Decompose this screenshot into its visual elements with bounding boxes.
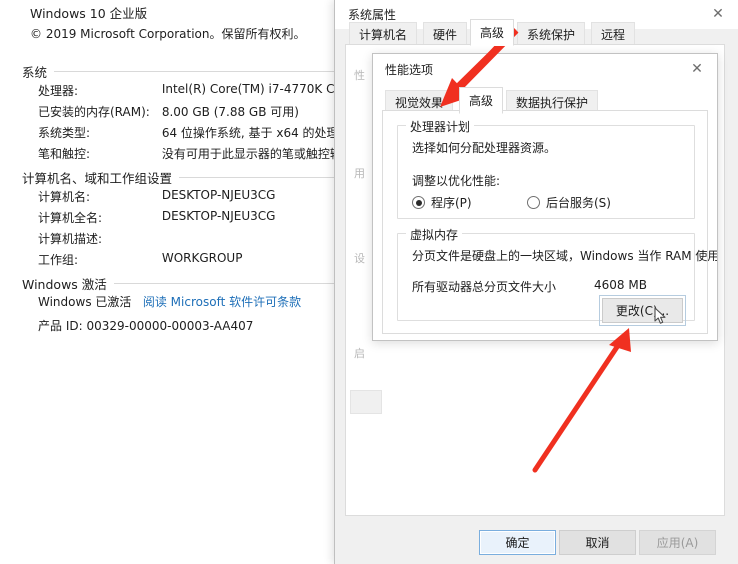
performance-options-dialog: 性能选项 ✕ 视觉效果 高级 数据执行保护 处理器计划 选择如何分配处理器资源。… [372,53,718,341]
row-label: 已安装的内存(RAM): [38,105,150,119]
section-rule [113,283,358,284]
table-row: 笔和触控: 没有可用于此显示器的笔或触控输入 [38,145,368,162]
ok-button[interactable]: 确定 [479,530,556,555]
pagefile-total-value: 4608 MB [594,278,647,292]
tab-advanced[interactable]: 高级 [459,87,504,114]
virtual-memory-group: 虚拟内存 分页文件是硬盘上的一块区域，Windows 当作 RAM 使用。 所有… [397,226,717,326]
obscured-text: 设 [354,252,365,265]
dialog-button-bar: 确定 取消 应用(A) [335,518,738,564]
windows-edition-line: Windows 10 企业版 [30,6,148,21]
row-label: 笔和触控: [38,147,91,161]
row-label: 处理器: [38,84,79,98]
obscured-text: 启 [354,347,365,360]
radio-label: 程序(P) [431,196,472,210]
dialog-titlebar: 性能选项 ✕ [373,54,717,83]
section-rule [179,177,358,178]
row-label: 计算机名: [38,190,91,204]
row-label: 计算机描述: [38,232,103,246]
dialog-title: 性能选项 [385,63,434,77]
table-row: 计算机描述: [38,230,368,247]
group-description: 选择如何分配处理器资源。 [412,141,557,155]
tab-computer-name[interactable]: 计算机名 [349,22,418,45]
row-value: DESKTOP-NJEU3CG [161,209,276,223]
row-label: 工作组: [38,253,79,267]
radio-label: 后台服务(S) [546,196,611,210]
radio-indicator [527,196,540,209]
row-value: 64 位操作系统, 基于 x64 的处理器 [161,126,351,140]
tabstrip: 计算机名 硬件 高级 系统保护 远程 [335,18,738,46]
table-row: 系统类型: 64 位操作系统, 基于 x64 的处理器 [38,124,368,141]
section-title: 系统 [22,65,48,80]
section-title: 计算机名、域和工作组设置 [22,171,173,186]
tab-system-protection[interactable]: 系统保护 [517,22,586,45]
pagefile-total-label: 所有驱动器总分页文件大小 [412,280,557,294]
change-button[interactable]: 更改(C)... [599,295,686,326]
obscured-button[interactable] [350,390,382,414]
section-header-system: 系统 [22,62,358,81]
radio-indicator [412,196,425,209]
table-row: 计算机名: DESKTOP-NJEU3CG [38,188,368,205]
cancel-button[interactable]: 取消 [559,530,636,555]
group-title: 虚拟内存 [406,226,463,243]
group-description: 分页文件是硬盘上的一块区域，Windows 当作 RAM 使用。 [412,249,718,263]
row-label: 计算机全名: [38,211,103,225]
tab-remote[interactable]: 远程 [591,22,636,45]
row-value: DESKTOP-NJEU3CG [161,188,276,202]
table-row: 已安装的内存(RAM): 8.00 GB (7.88 GB 可用) [38,103,368,120]
processor-scheduling-group: 处理器计划 选择如何分配处理器资源。 调整以优化性能: 程序(P) 后台服务(S… [397,118,695,219]
tab-hardware[interactable]: 硬件 [423,22,468,45]
obscured-text: 性 [354,69,365,82]
activation-status-text: Windows 已激活 [38,295,132,309]
row-value: 没有可用于此显示器的笔或触控输入 [161,147,354,161]
advanced-tab-panel: 处理器计划 选择如何分配处理器资源。 调整以优化性能: 程序(P) 后台服务(S… [382,110,717,334]
row-value: WORKGROUP [161,251,243,265]
radio-background-services[interactable]: 后台服务(S) [527,194,611,211]
table-row: 工作组: WORKGROUP [38,251,368,268]
row-value: 8.00 GB (7.88 GB 可用) [161,105,299,119]
group-title: 处理器计划 [406,118,475,135]
activation-status-row: Windows 已激活 阅读 Microsoft 软件许可条款 [38,293,301,310]
license-terms-link[interactable]: 阅读 Microsoft 软件许可条款 [143,295,301,309]
section-rule [54,71,358,72]
table-row: 计算机全名: DESKTOP-NJEU3CG [38,209,368,226]
section-header-computer-name: 计算机名、域和工作组设置 [22,168,358,187]
tab-advanced[interactable]: 高级 [470,19,515,46]
adjust-label: 调整以优化性能: [412,174,501,188]
row-label: 系统类型: [38,126,91,140]
close-icon[interactable]: ✕ [682,58,712,80]
section-header-activation: Windows 激活 [22,274,358,293]
radio-programs[interactable]: 程序(P) [412,194,472,211]
table-row: 处理器: Intel(R) Core(TM) i7-4770K CPU @ 3.… [38,82,397,99]
section-title: Windows 激活 [22,277,107,292]
windows-copyright-line: © 2019 Microsoft Corporation。保留所有权利。 [30,27,306,41]
apply-button: 应用(A) [639,530,716,555]
tabstrip: 视觉效果 高级 数据执行保护 [373,86,717,114]
product-id-text: 产品 ID: 00329-00000-00003-AA407 [38,319,254,333]
obscured-text: 用 [354,167,365,180]
